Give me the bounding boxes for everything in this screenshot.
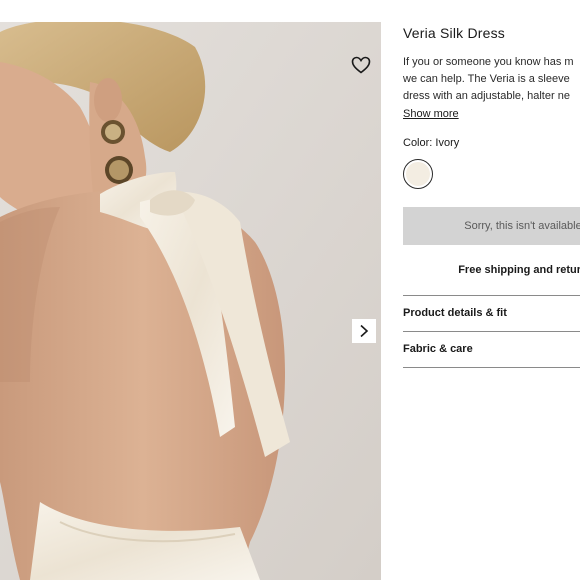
product-photo: [0, 22, 381, 580]
product-title: Veria Silk Dress: [403, 25, 506, 41]
heart-outline-icon: [351, 56, 371, 74]
wishlist-button[interactable]: [349, 53, 373, 77]
description-line: If you or someone you know has m: [403, 56, 574, 68]
product-details-panel: Veria Silk Dress If you or someone you k…: [403, 22, 580, 580]
product-description: If you or someone you know has m we can …: [403, 54, 580, 105]
shipping-link[interactable]: Free shipping and return: [403, 264, 580, 276]
swatch-fill: [406, 162, 430, 186]
accordion-label: Fabric & care: [403, 343, 473, 355]
chevron-right-icon: [360, 324, 369, 338]
accordion-product-details[interactable]: Product details & fit: [403, 295, 580, 331]
unavailable-button[interactable]: Sorry, this isn't available: [403, 207, 580, 245]
accordion-fabric-care[interactable]: Fabric & care: [403, 331, 580, 368]
show-more-link[interactable]: Show more: [403, 108, 459, 120]
color-swatch-ivory[interactable]: [403, 159, 433, 189]
color-label: Color: Ivory: [403, 137, 460, 149]
description-line: we can help. The Veria is a sleeve: [403, 73, 570, 85]
description-line: dress with an adjustable, halter ne: [403, 90, 570, 102]
next-image-button[interactable]: [352, 319, 376, 343]
product-image-gallery: [0, 22, 381, 580]
accordion-label: Product details & fit: [403, 307, 507, 319]
